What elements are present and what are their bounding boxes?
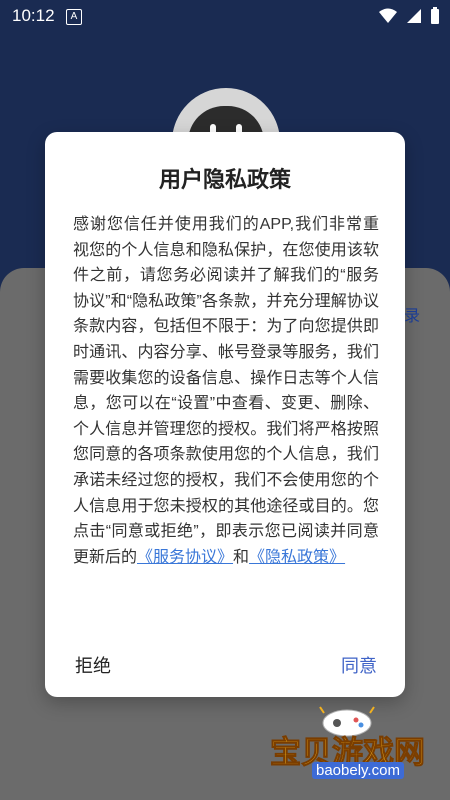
dialog-body-text: 感谢您信任并使用我们的APP,我们非常重视您的个人信息和隐私保护，在您使用该软件…	[73, 216, 379, 566]
wifi-icon	[379, 8, 397, 23]
battery-icon	[431, 7, 439, 24]
agree-button[interactable]: 同意	[341, 652, 377, 678]
notification-icon: A	[66, 9, 82, 25]
status-bar: 10:12 A	[0, 0, 450, 32]
watermark-domain: baobely.com	[312, 762, 404, 779]
dialog-title: 用户隐私政策	[158, 167, 291, 192]
privacy-policy-link[interactable]: 《隐私政策》	[249, 549, 345, 566]
service-agreement-link[interactable]: 《服务协议》	[137, 549, 233, 566]
login-text-fragment: 录	[404, 308, 421, 325]
status-icons	[378, 7, 440, 25]
reject-button[interactable]: 拒绝	[75, 652, 111, 678]
dialog-body: 感谢您信任并使用我们的APP,我们非常重视您的个人信息和隐私保护，在您使用该软件…	[73, 212, 379, 570]
conjunction-text: 和	[233, 548, 250, 566]
privacy-dialog: 用户隐私政策 感谢您信任并使用我们的APP,我们非常重视您的个人信息和隐私保护，…	[45, 132, 405, 697]
signal-icon	[407, 9, 421, 23]
watermark: 宝贝游戏网 baobely.com	[270, 705, 446, 800]
status-time: 10:12	[12, 6, 55, 25]
